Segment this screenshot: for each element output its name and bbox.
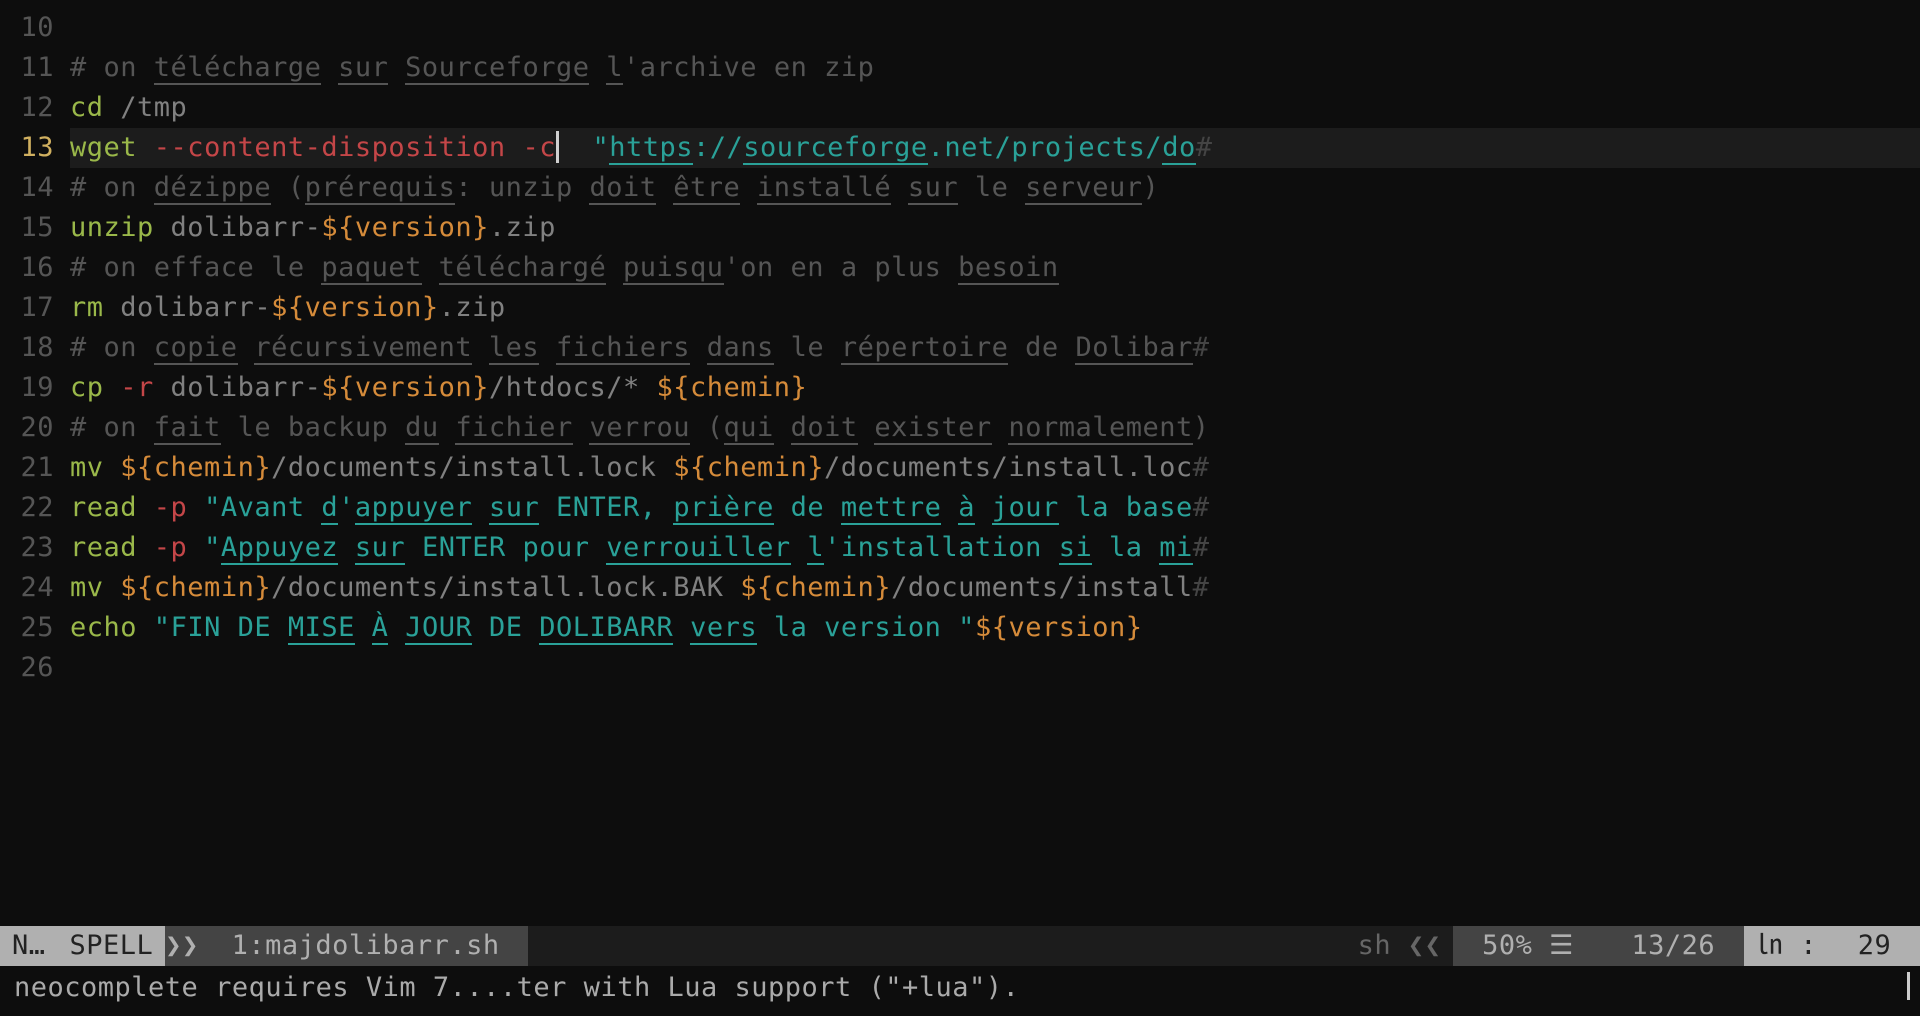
line-number: 11 xyxy=(0,48,70,88)
line-number: 10 xyxy=(0,8,70,48)
status-column: 29 xyxy=(1829,926,1920,966)
line-number: 17 xyxy=(0,288,70,328)
code-line-current[interactable]: 13 wget --content-disposition -c "https:… xyxy=(0,128,1920,168)
code-line[interactable]: 26 xyxy=(0,648,1920,688)
line-number: 26 xyxy=(0,648,70,688)
line-number: 21 xyxy=(0,448,70,488)
status-filetype: sh ❮❮ xyxy=(1346,926,1454,966)
line-number: 14 xyxy=(0,168,70,208)
code-line[interactable]: 16 # on efface le paquet téléchargé puis… xyxy=(0,248,1920,288)
status-mode: N… xyxy=(0,926,58,966)
status-line: N… SPELL ❯❯ 1:majdolibarr.sh sh ❮❮ 50% ☰… xyxy=(0,926,1920,966)
status-lines: 13/26 xyxy=(1603,926,1744,966)
code-editor[interactable]: 10 11 # on télécharge sur Sourceforge l'… xyxy=(0,0,1920,688)
line-number: 13 xyxy=(0,128,70,168)
line-number: 24 xyxy=(0,568,70,608)
line-number: 23 xyxy=(0,528,70,568)
code-line[interactable]: 11 # on télécharge sur Sourceforge l'arc… xyxy=(0,48,1920,88)
status-spell: SPELL xyxy=(58,926,166,966)
code-line[interactable]: 24 mv ${chemin}/documents/install.lock.B… xyxy=(0,568,1920,608)
code-line[interactable]: 21 mv ${chemin}/documents/install.lock $… xyxy=(0,448,1920,488)
message-line: neocomplete requires Vim 7....ter with L… xyxy=(0,968,1920,1008)
status-filename: 1:majdolibarr.sh xyxy=(203,926,529,966)
code-line[interactable]: 12 cd /tmp xyxy=(0,88,1920,128)
code-line[interactable]: 23 read -p "Appuyez sur ENTER pour verro… xyxy=(0,528,1920,568)
line-number: 25 xyxy=(0,608,70,648)
code-line[interactable]: 15 unzip dolibarr-${version}.zip xyxy=(0,208,1920,248)
code-line[interactable]: 20 # on fait le backup du fichier verrou… xyxy=(0,408,1920,448)
code-line[interactable]: 22 read -p "Avant d'appuyer sur ENTER, p… xyxy=(0,488,1920,528)
line-number: 19 xyxy=(0,368,70,408)
line-number: 12 xyxy=(0,88,70,128)
line-number: 22 xyxy=(0,488,70,528)
status-percent: 50% ☰ xyxy=(1453,926,1602,966)
code-line[interactable]: 10 xyxy=(0,8,1920,48)
code-line[interactable]: 18 # on copie récursivement les fichiers… xyxy=(0,328,1920,368)
line-number: 16 xyxy=(0,248,70,288)
code-line[interactable]: 25 echo "FIN DE MISE À JOUR DE DOLIBARR … xyxy=(0,608,1920,648)
code-line[interactable]: 14 # on dézippe (prérequis: unzip doit ê… xyxy=(0,168,1920,208)
status-ln-label: ㏑ : xyxy=(1744,926,1829,966)
line-number: 20 xyxy=(0,408,70,448)
line-number: 18 xyxy=(0,328,70,368)
code-line[interactable]: 19 cp -r dolibarr-${version}/htdocs/* ${… xyxy=(0,368,1920,408)
scroll-indicator xyxy=(1907,972,1910,1000)
status-separator-icon: ❯❯ xyxy=(165,926,203,966)
line-number: 15 xyxy=(0,208,70,248)
code-line[interactable]: 17 rm dolibarr-${version}.zip xyxy=(0,288,1920,328)
